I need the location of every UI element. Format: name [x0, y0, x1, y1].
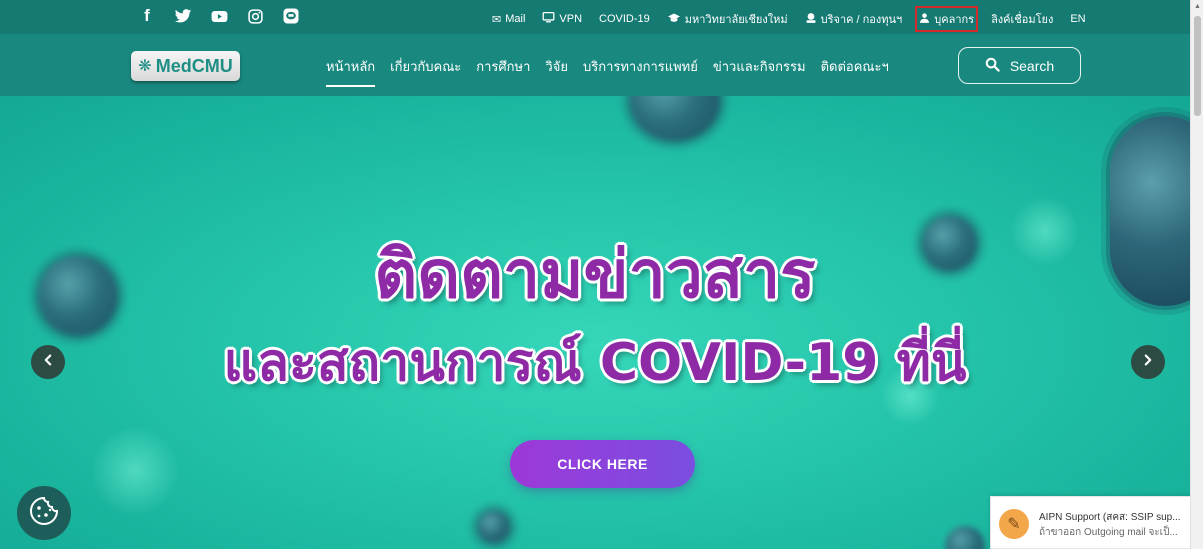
feather-pen-icon: ✎ — [1007, 516, 1021, 533]
personnel-label: บุคลากร — [934, 14, 975, 26]
hero-banner: ติดตามข่าวสาร และสถานการณ์ COVID-19 ที่น… — [0, 96, 1190, 549]
vpn-label: VPN — [559, 13, 583, 25]
nav-item-news[interactable]: ข่าวและกิจกรรม — [713, 56, 806, 87]
top-utility-bar: f ✉ Mail VPN COVID-19 มหาวิทยาลัยเชียงให… — [0, 0, 1190, 34]
carousel-next-button[interactable] — [1131, 345, 1165, 379]
logo-emblem-icon: ❋ — [138, 58, 152, 75]
nav-item-education[interactable]: การศึกษา — [476, 56, 530, 87]
notification-message: ถ้าขาออก Outgoing mail จะเป็... — [1039, 527, 1178, 538]
virus-illustration — [630, 96, 720, 141]
university-label: มหาวิทยาลัยเชียงใหม่ — [684, 14, 788, 26]
twitter-icon[interactable] — [172, 5, 194, 27]
chevron-right-icon — [1141, 353, 1155, 372]
hero-headline: ติดตามข่าวสาร — [374, 236, 816, 313]
covid-link[interactable]: COVID-19 — [599, 13, 650, 25]
language-label: EN — [1070, 13, 1086, 25]
user-icon — [919, 12, 930, 27]
cookie-icon — [28, 495, 60, 532]
chevron-left-icon — [41, 353, 55, 372]
main-menu: หน้าหลัก เกี่ยวกับคณะ การศึกษา วิจัย บริ… — [326, 56, 904, 87]
vpn-link[interactable]: VPN — [542, 11, 582, 27]
mail-label: Mail — [505, 13, 526, 25]
youtube-icon[interactable] — [208, 5, 230, 27]
search-icon — [985, 57, 1000, 75]
vertical-scrollbar[interactable]: ▲ — [1190, 0, 1203, 549]
hero-subheadline: และสถานการณ์ COVID-19 ที่นี่ — [223, 333, 967, 393]
language-en-link[interactable]: EN — [1070, 13, 1085, 25]
graduation-cap-icon — [667, 12, 681, 27]
envelope-icon: ✉ — [492, 13, 502, 26]
nav-item-research[interactable]: วิจัย — [545, 56, 568, 87]
notification-title: AIPN Support (สคส: SSIP sup... — [1039, 512, 1181, 523]
instagram-icon[interactable] — [244, 5, 266, 27]
social-links: f — [136, 5, 302, 27]
facebook-icon[interactable]: f — [136, 5, 158, 27]
line-icon[interactable] — [280, 5, 302, 27]
search-button[interactable]: Search — [958, 47, 1081, 84]
click-here-button[interactable]: CLICK HERE — [510, 440, 695, 488]
donate-link[interactable]: บริจาค / กองทุนฯ — [805, 10, 903, 28]
main-navbar: ❋ MedCMU หน้าหลัก เกี่ยวกับคณะ การศึกษา … — [0, 34, 1190, 96]
related-links-label: ลิงค์เชื่อมโยง — [991, 14, 1054, 26]
cookie-settings-button[interactable] — [17, 486, 71, 540]
notification-avatar: ✎ — [999, 509, 1029, 539]
virus-illustration — [478, 511, 510, 543]
decor-glow — [90, 426, 180, 516]
donate-label: บริจาค / กองทุนฯ — [820, 14, 903, 26]
carousel-prev-button[interactable] — [31, 345, 65, 379]
covid-label: COVID-19 — [599, 13, 650, 25]
mail-link[interactable]: ✉ Mail — [492, 13, 525, 26]
logo-text: MedCMU — [155, 55, 233, 76]
virus-illustration — [945, 526, 985, 549]
nav-item-home[interactable]: หน้าหลัก — [326, 56, 376, 87]
utility-links: ✉ Mail VPN COVID-19 มหาวิทยาลัยเชียงใหม่… — [492, 6, 1103, 32]
university-link[interactable]: มหาวิทยาลัยเชียงใหม่ — [667, 10, 788, 28]
personnel-link[interactable]: บุคลากร — [915, 6, 979, 32]
scroll-up-arrow-icon[interactable]: ▲ — [1194, 3, 1201, 10]
related-links-link[interactable]: ลิงค์เชื่อมโยง — [991, 10, 1053, 28]
nav-item-medical-services[interactable]: บริการทางการแพทย์ — [583, 56, 698, 87]
notification-toast[interactable]: ✎ AIPN Support (สคส: SSIP sup... ถ้าขาออ… — [990, 496, 1203, 549]
search-label: Search — [1009, 57, 1055, 74]
monitor-icon — [542, 11, 555, 27]
donate-icon — [805, 12, 817, 27]
nav-item-contact[interactable]: ติดต่อคณะฯ — [821, 56, 889, 87]
medcmu-logo[interactable]: ❋ MedCMU — [131, 51, 240, 81]
scrollbar-thumb[interactable] — [1194, 16, 1201, 116]
nav-item-about[interactable]: เกี่ยวกับคณะ — [390, 56, 461, 87]
